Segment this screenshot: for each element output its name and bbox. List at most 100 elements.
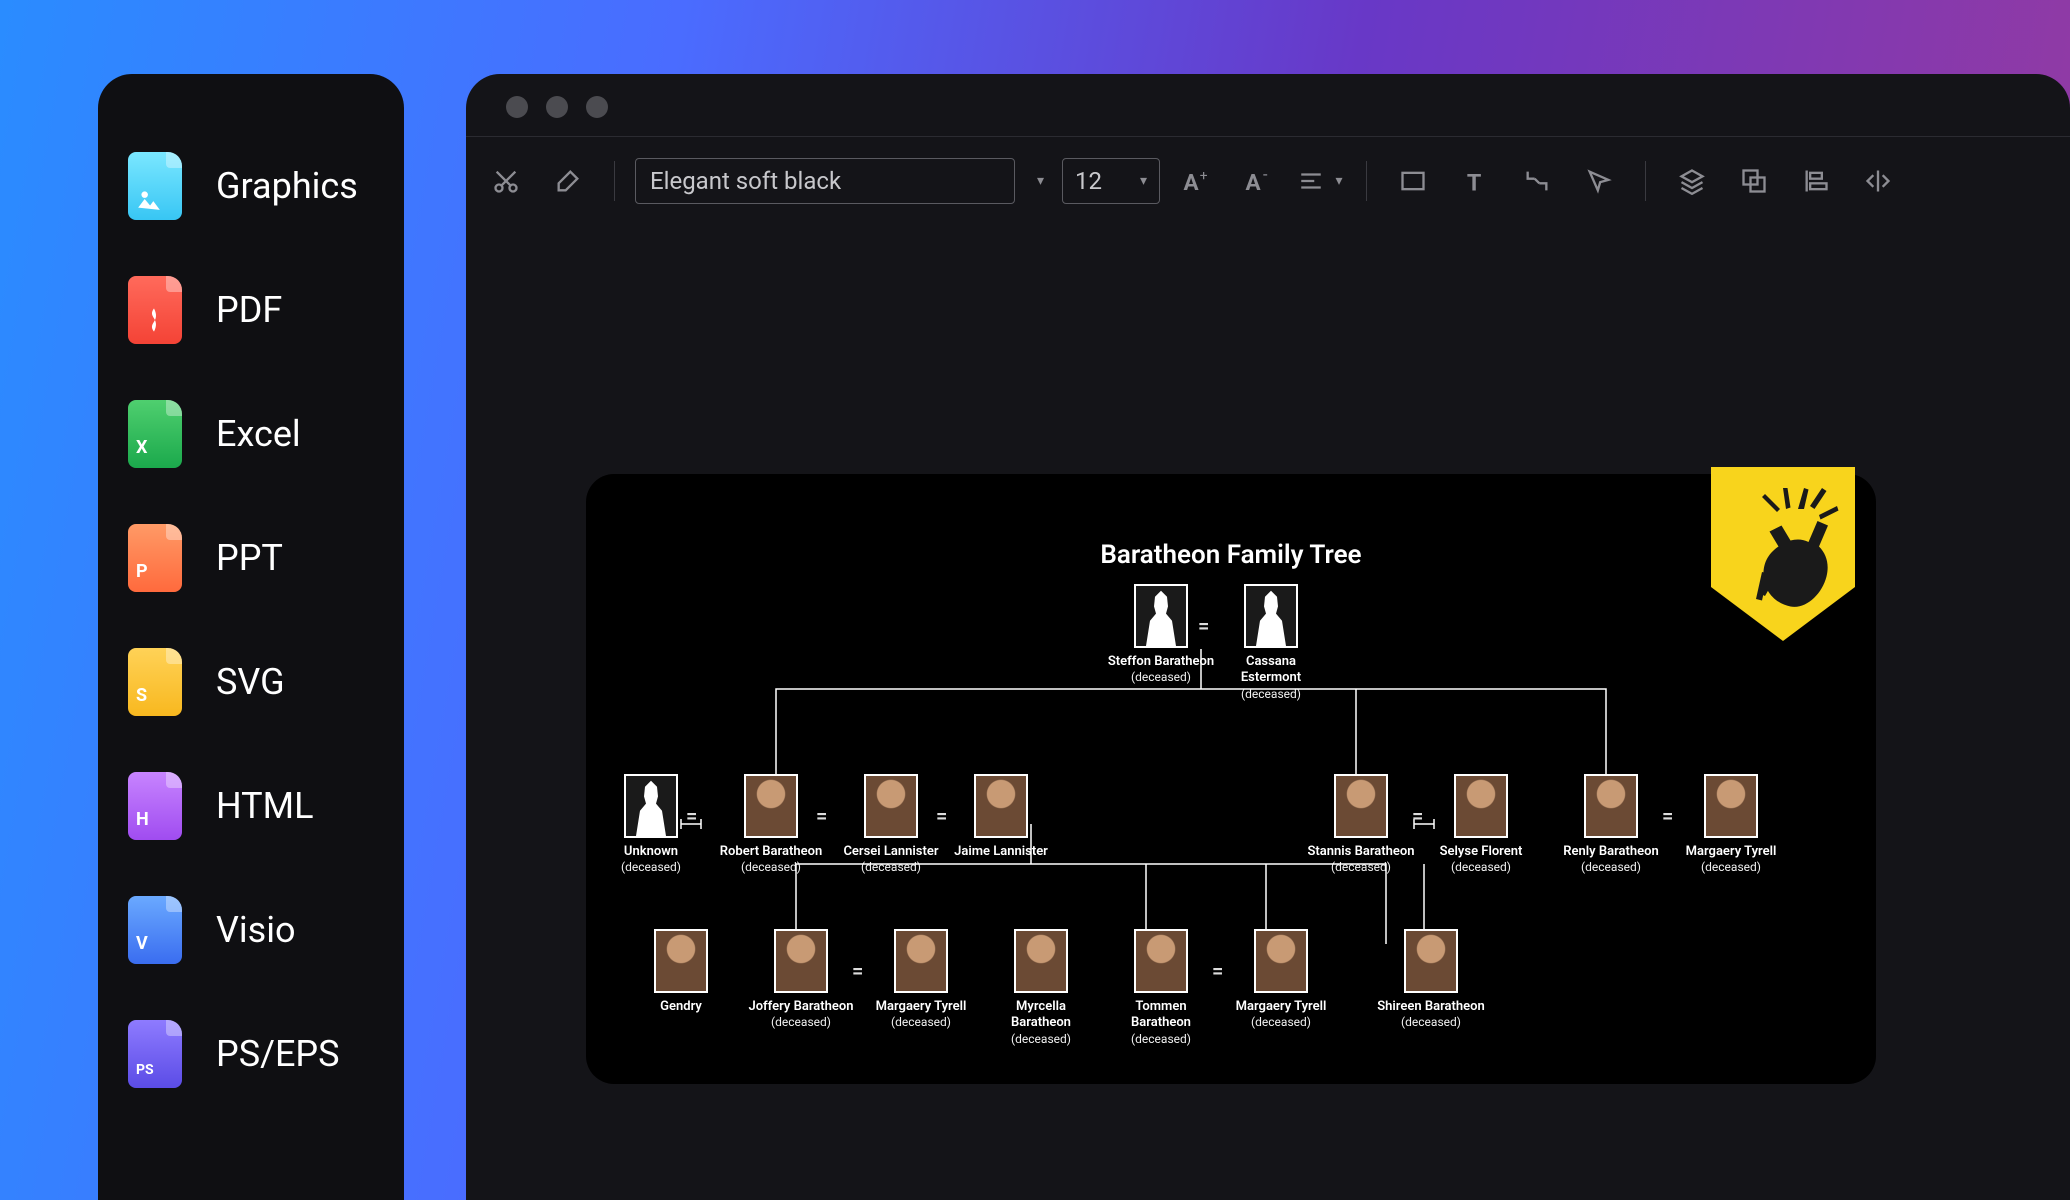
window-titlebar xyxy=(466,74,2070,136)
svg-text:T: T xyxy=(1467,168,1481,195)
chevron-down-icon[interactable]: ▾ xyxy=(1037,173,1044,189)
window-minimize-dot[interactable] xyxy=(546,96,568,118)
font-family-select[interactable]: Elegant soft black xyxy=(635,158,1015,204)
person-card[interactable]: Margaery Tyrell (deceased) xyxy=(866,929,976,1030)
font-size-value: 12 xyxy=(1075,167,1102,195)
sidebar-item-html[interactable]: H HTML xyxy=(126,744,376,868)
person-name: Selyse Florent xyxy=(1426,844,1536,860)
portrait-photo xyxy=(1584,774,1638,838)
pointer-icon[interactable] xyxy=(1573,155,1625,207)
person-name: Steffon Baratheon xyxy=(1106,654,1216,670)
person-name: Margaery Tyrell xyxy=(1676,844,1786,860)
person-card[interactable]: Renly Baratheon (deceased) xyxy=(1556,774,1666,875)
sidebar-item-ps[interactable]: PS PS/EPS xyxy=(126,992,376,1116)
rectangle-shape-icon[interactable] xyxy=(1387,155,1439,207)
diagram-title: Baratheon Family Tree xyxy=(586,540,1876,570)
sidebar-item-label: HTML xyxy=(216,785,313,827)
sidebar-item-label: Excel xyxy=(216,413,301,455)
portrait-silhouette-icon xyxy=(624,774,678,838)
svg-text:A: A xyxy=(1184,169,1200,195)
person-name: Margaery Tyrell xyxy=(866,999,976,1015)
person-status: (deceased) xyxy=(1106,1032,1216,1047)
person-card[interactable]: Cassana Estermont (deceased) xyxy=(1216,584,1326,702)
person-status: (deceased) xyxy=(986,1032,1096,1047)
person-card[interactable]: Jaime Lannister xyxy=(946,774,1056,860)
portrait-photo xyxy=(894,929,948,993)
person-status: (deceased) xyxy=(1226,1015,1336,1030)
person-card[interactable]: Gendry xyxy=(626,929,736,1015)
person-card[interactable]: Robert Baratheon (deceased) xyxy=(716,774,826,875)
editor-toolbar: Elegant soft black ▾ 12 ▾ A+ A- ▾ T xyxy=(466,136,2070,224)
person-card[interactable]: Margaery Tyrell (deceased) xyxy=(1676,774,1786,875)
person-status: (deceased) xyxy=(1376,1015,1486,1030)
marriage-link-icon: = xyxy=(1412,804,1423,828)
portrait-photo xyxy=(1254,929,1308,993)
portrait-photo xyxy=(1704,774,1758,838)
person-status: (deceased) xyxy=(1106,670,1216,685)
increase-font-icon[interactable]: A+ xyxy=(1170,155,1222,207)
person-name: Joffery Baratheon xyxy=(746,999,856,1015)
portrait-photo xyxy=(774,929,828,993)
person-status: (deceased) xyxy=(1676,860,1786,875)
toolbar-divider xyxy=(614,161,615,201)
person-card[interactable]: Cersei Lannister (deceased) xyxy=(836,774,946,875)
marriage-link-icon: = xyxy=(816,804,827,828)
sidebar-item-visio[interactable]: V Visio xyxy=(126,868,376,992)
align-icon[interactable]: ▾ xyxy=(1294,155,1346,207)
decrease-font-icon[interactable]: A- xyxy=(1232,155,1284,207)
person-status: (deceased) xyxy=(716,860,826,875)
sidebar-item-ppt[interactable]: P PPT xyxy=(126,496,376,620)
person-card[interactable]: Myrcella Baratheon (deceased) xyxy=(986,929,1096,1047)
layers-icon[interactable] xyxy=(1666,155,1718,207)
marriage-link-icon: = xyxy=(852,959,863,983)
person-card[interactable]: Selyse Florent (deceased) xyxy=(1426,774,1536,875)
pdf-file-icon xyxy=(126,281,184,339)
align-objects-icon[interactable] xyxy=(1790,155,1842,207)
window-close-dot[interactable] xyxy=(506,96,528,118)
diagram-canvas[interactable]: Baratheon Family Tree xyxy=(586,474,1876,1084)
person-card[interactable]: Margaery Tyrell (deceased) xyxy=(1226,929,1336,1030)
svg-file-icon: S xyxy=(126,653,184,711)
sidebar-item-excel[interactable]: X Excel xyxy=(126,372,376,496)
person-name: Robert Baratheon xyxy=(716,844,826,860)
text-tool-icon[interactable]: T xyxy=(1449,155,1501,207)
window-maximize-dot[interactable] xyxy=(586,96,608,118)
person-name: Jaime Lannister xyxy=(946,844,1056,860)
format-painter-icon[interactable] xyxy=(542,155,594,207)
flip-icon[interactable] xyxy=(1852,155,1904,207)
sidebar-item-svg[interactable]: S SVG xyxy=(126,620,376,744)
connector-icon[interactable] xyxy=(1511,155,1563,207)
svg-text:+: + xyxy=(1200,167,1208,183)
portrait-photo xyxy=(1454,774,1508,838)
font-size-select[interactable]: 12 ▾ xyxy=(1062,158,1160,204)
ps-file-icon: PS xyxy=(126,1025,184,1083)
person-status: (deceased) xyxy=(1556,860,1666,875)
sidebar-item-graphics[interactable]: Graphics xyxy=(126,124,376,248)
cut-icon[interactable] xyxy=(480,155,532,207)
font-family-value: Elegant soft black xyxy=(650,167,841,195)
chevron-down-icon: ▾ xyxy=(1140,173,1147,189)
group-icon[interactable] xyxy=(1728,155,1780,207)
export-sidebar: Graphics PDF X Excel P PPT S SVG H HTML … xyxy=(98,74,404,1200)
marriage-link-icon: = xyxy=(1662,804,1673,828)
person-card[interactable]: Shireen Baratheon (deceased) xyxy=(1376,929,1486,1030)
portrait-photo xyxy=(1404,929,1458,993)
person-name: Gendry xyxy=(626,999,736,1015)
person-status: (deceased) xyxy=(746,1015,856,1030)
person-name: Renly Baratheon xyxy=(1556,844,1666,860)
person-name: Cassana Estermont xyxy=(1216,654,1326,687)
sidebar-item-pdf[interactable]: PDF xyxy=(126,248,376,372)
person-status: (deceased) xyxy=(836,860,946,875)
toolbar-divider xyxy=(1366,161,1367,201)
person-card[interactable]: Stannis Baratheon (deceased) xyxy=(1306,774,1416,875)
person-status: (deceased) xyxy=(1306,860,1416,875)
chevron-down-icon: ▾ xyxy=(1336,173,1343,189)
portrait-photo xyxy=(1134,929,1188,993)
toolbar-divider xyxy=(1645,161,1646,201)
svg-text:A: A xyxy=(1246,169,1262,195)
person-status: (deceased) xyxy=(596,860,706,875)
person-card[interactable]: Joffery Baratheon (deceased) xyxy=(746,929,856,1030)
person-card[interactable]: Tommen Baratheon (deceased) xyxy=(1106,929,1216,1047)
ppt-file-icon: P xyxy=(126,529,184,587)
person-name: Cersei Lannister xyxy=(836,844,946,860)
